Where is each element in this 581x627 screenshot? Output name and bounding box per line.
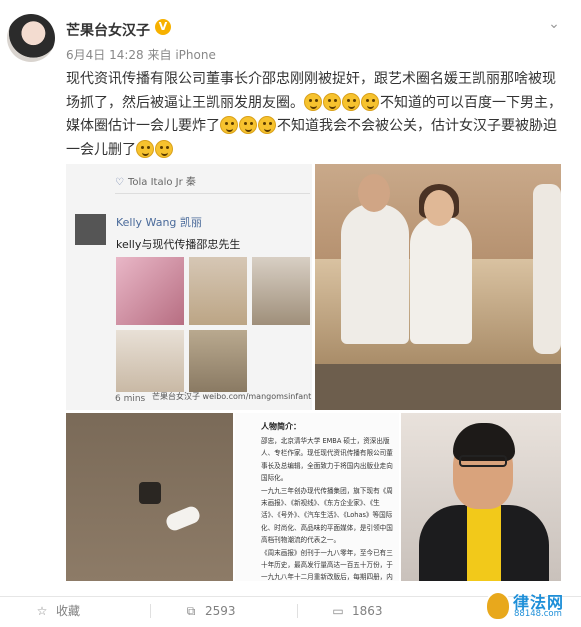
woman-head: [424, 190, 454, 226]
kelly-text: kelly与现代传播邵忠先生: [116, 238, 241, 251]
action-separator: [297, 604, 298, 618]
post-meta: 6月4日 14:28 来自 iPhone: [66, 46, 216, 63]
username[interactable]: 芒果台女汉子: [66, 20, 150, 40]
woman-robe: [410, 216, 472, 344]
post-source[interactable]: iPhone: [175, 48, 216, 62]
man-head: [358, 174, 390, 212]
shoe: [139, 482, 161, 504]
favorite-label: 收藏: [56, 604, 81, 618]
thumb-selfie: [116, 257, 184, 325]
shirt: [467, 505, 501, 581]
bio-text: 邵忠，北京清华大学 EMBA 硕士，资深出版人、专栏作家。现任现代资讯传播有限公…: [261, 437, 393, 581]
slipper: [164, 504, 202, 533]
site-logo-url: 88148.com: [514, 609, 562, 619]
post-image-couple-robes[interactable]: [315, 164, 561, 410]
comment-button[interactable]: ▭ 1863: [330, 600, 383, 622]
site-logo: 律法网 88148.com: [485, 588, 579, 624]
doge-emoji-icon: [136, 139, 154, 158]
thumb-floor: [189, 330, 247, 392]
thumb-bed: [116, 330, 184, 392]
star-icon: ☆: [36, 604, 48, 618]
glasses: [459, 455, 507, 467]
wechat-like-bar: ♡ Tola Italo Jr 秦: [115, 173, 310, 194]
doge-emoji-icon: [220, 116, 238, 134]
repost-count: 2593: [205, 604, 236, 618]
comment-count: 1863: [352, 604, 383, 618]
doge-emoji-icon: [342, 92, 360, 111]
doge-emoji-icon: [155, 139, 173, 158]
post-image-bio[interactable]: 人物简介： 邵忠，北京清华大学 EMBA 硕士，资深出版人、专栏作家。现任现代资…: [235, 413, 399, 581]
side-person: [533, 184, 561, 354]
heart-icon: ♡: [115, 177, 124, 188]
source-prefix: 来自: [147, 48, 172, 62]
post-image-wechat-screenshot[interactable]: ♡ Tola Italo Jr 秦 Kelly Wang 凯丽 kelly与现代传…: [66, 164, 312, 410]
repost-icon: ⧉: [186, 604, 196, 618]
user-avatar[interactable]: [7, 14, 55, 62]
post-date[interactable]: 6月4日 14:28: [66, 48, 144, 62]
thumb-room: [252, 257, 310, 325]
emoji-group-1: [304, 92, 380, 111]
floor: [315, 364, 561, 410]
shield-icon: [485, 591, 511, 621]
man-robe: [341, 204, 409, 344]
wechat-like-names: Tola Italo Jr 秦: [127, 177, 196, 188]
doge-emoji-icon: [258, 116, 276, 134]
comment-icon: ▭: [332, 604, 344, 618]
post-text: 现代资讯传播有限公司董事长介邵忠刚刚被捉奸，跟艺术圈名媛王凯丽那啥被现场抓了，然…: [66, 68, 562, 162]
kelly-name: Kelly Wang 凯丽: [116, 216, 202, 229]
emoji-group-3: [136, 139, 174, 158]
doge-emoji-icon: [304, 92, 322, 111]
doge-emoji-icon: [323, 92, 341, 111]
post-image-floor-shoes[interactable]: [66, 413, 233, 581]
doge-emoji-icon: [239, 116, 257, 134]
chevron-down-icon[interactable]: ⌄: [544, 14, 564, 34]
favorite-button[interactable]: ☆ 收藏: [34, 600, 80, 622]
thumb-robes: [189, 257, 247, 325]
kelly-avatar: [75, 214, 106, 245]
bio-title: 人物简介：: [261, 422, 301, 431]
action-separator: [150, 604, 151, 618]
image-watermark: 芒果台女汉子 weibo.com/mangomsinfant: [152, 392, 312, 401]
post-image-portrait[interactable]: [401, 413, 561, 581]
moment-time: 6 mins: [115, 394, 146, 404]
doge-emoji-icon: [361, 92, 379, 111]
verified-badge-icon: V: [155, 19, 171, 35]
repost-button[interactable]: ⧉ 2593: [183, 600, 236, 622]
emoji-group-2: [220, 116, 277, 134]
